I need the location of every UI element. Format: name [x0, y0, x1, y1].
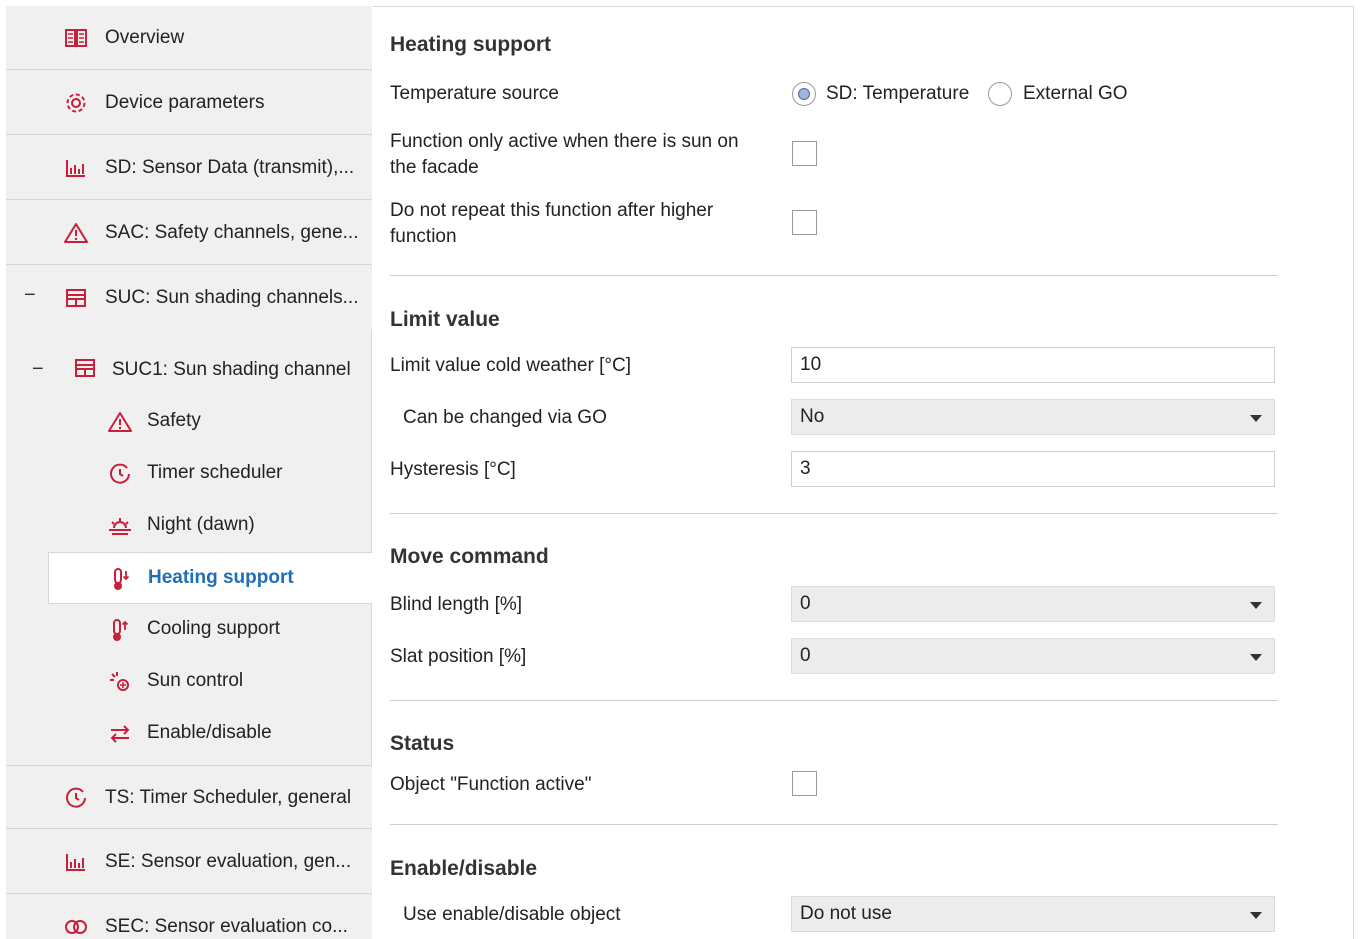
blind-length-value: 0 [800, 593, 811, 614]
sidebar-item-label: SUC1: Sun shading channel [112, 359, 351, 380]
sidebar-item-sun-shading-channels[interactable]: − SUC: Sun shading channels... [6, 266, 372, 330]
sidebar-item-enable-disable[interactable]: Enable/disable [48, 708, 372, 760]
no-repeat-checkbox[interactable] [792, 210, 817, 235]
collapse-toggle[interactable]: − [32, 358, 44, 381]
sidebar-item-label: Safety [147, 410, 201, 431]
no-repeat-label-line1: Do not repeat this function after higher [390, 200, 714, 221]
sidebar-item-label: SD: Sensor Data (transmit),... [105, 157, 355, 178]
sidebar-item-label: SUC: Sun shading channels... [105, 287, 359, 308]
function-active-checkbox[interactable] [792, 771, 817, 796]
chevron-down-icon [1250, 415, 1262, 422]
sidebar-item-suc1[interactable]: − SUC1: Sun shading channel [6, 336, 372, 386]
function-active-label: Object "Function active" [390, 774, 592, 795]
rings-icon [64, 915, 88, 939]
sidebar-item-safety[interactable]: Safety [48, 396, 372, 448]
limit-cold-label: Limit value cold weather [°C] [390, 355, 631, 376]
chevron-down-icon [1250, 912, 1262, 919]
divider [390, 700, 1278, 701]
sidebar-item-label: Enable/disable [147, 722, 272, 743]
sidebar-item-device-parameters[interactable]: Device parameters [6, 71, 372, 135]
sidebar-item-sensor-evaluation-combined[interactable]: SEC: Sensor evaluation co... [6, 895, 372, 939]
use-enable-value: Do not use [800, 903, 892, 924]
chart-icon [64, 156, 88, 180]
sidebar-item-sensor-data[interactable]: SD: Sensor Data (transmit),... [6, 136, 372, 200]
sidebar-item-label: Sun control [147, 670, 244, 691]
sidebar-item-label: Cooling support [147, 618, 281, 639]
warning-icon [64, 221, 88, 245]
book-icon [64, 26, 88, 50]
section-title-heating: Heating support [390, 33, 551, 56]
changeable-go-value: No [800, 406, 825, 427]
radio-external-go[interactable] [988, 82, 1012, 106]
hysteresis-input[interactable]: 3 [791, 451, 1275, 487]
sidebar-item-label: Heating support [148, 567, 294, 588]
no-repeat-label: Do not repeat this function after higher… [390, 198, 713, 250]
sidebar-item-label: TS: Timer Scheduler, general [105, 787, 352, 808]
sun-icon [108, 670, 132, 694]
section-title-enable: Enable/disable [390, 857, 538, 880]
timer-icon [108, 462, 132, 486]
blind-icon [64, 286, 88, 310]
changeable-go-label: Can be changed via GO [403, 407, 607, 428]
gear-icon [64, 91, 88, 115]
sidebar-item-label: SE: Sensor evaluation, gen... [105, 851, 352, 872]
slat-position-select[interactable]: 0 [791, 638, 1275, 674]
arrows-icon [108, 722, 132, 746]
chevron-down-icon [1250, 654, 1262, 661]
sidebar-item-heating-support[interactable]: Heating support [48, 552, 372, 604]
sidebar: Overview Device parameters SD: Sensor Da… [6, 6, 372, 939]
changeable-go-select[interactable]: No [791, 399, 1275, 435]
radio-sd-temperature-label: SD: Temperature [826, 83, 970, 104]
slat-position-label: Slat position [%] [390, 646, 527, 667]
blind-icon [74, 358, 96, 384]
sidebar-item-label: Night (dawn) [147, 514, 255, 535]
radio-external-go-label: External GO [1023, 83, 1128, 104]
sidebar-item-label: Device parameters [105, 92, 265, 113]
limit-cold-input[interactable]: 10 [791, 347, 1275, 383]
divider [390, 824, 1278, 825]
sidebar-item-sensor-evaluation[interactable]: SE: Sensor evaluation, gen... [6, 830, 372, 894]
collapse-toggle[interactable]: − [24, 284, 36, 307]
divider [390, 275, 1278, 276]
radio-sd-temperature[interactable] [792, 82, 816, 106]
sun-facade-label: Function only active when there is sun o… [390, 129, 739, 181]
sidebar-item-label: SEC: Sensor evaluation co... [105, 916, 348, 937]
thermometer-up-icon [108, 618, 132, 642]
warning-icon [108, 410, 132, 434]
sun-facade-label-line1: Function only active when there is sun o… [390, 131, 739, 152]
sidebar-item-timer-scheduler-general[interactable]: TS: Timer Scheduler, general [6, 765, 372, 829]
sidebar-item-overview[interactable]: Overview [6, 6, 372, 70]
sunset-icon [108, 514, 132, 538]
blind-length-select[interactable]: 0 [791, 586, 1275, 622]
chevron-down-icon [1250, 602, 1262, 609]
sidebar-item-sun-control[interactable]: Sun control [48, 656, 372, 708]
parameter-panel: Heating support Temperature source SD: T… [373, 6, 1354, 939]
blind-length-label: Blind length [%] [390, 594, 523, 615]
section-title-limit: Limit value [390, 308, 500, 331]
sidebar-item-label: Timer scheduler [147, 462, 283, 483]
sun-facade-label-line2: the facade [390, 157, 479, 178]
temperature-source-label: Temperature source [390, 83, 559, 104]
section-title-move: Move command [390, 545, 549, 568]
sidebar-item-label: SAC: Safety channels, gene... [105, 222, 359, 243]
hysteresis-label: Hysteresis [°C] [390, 459, 516, 480]
use-enable-label: Use enable/disable object [403, 904, 621, 925]
sidebar-item-safety-channels[interactable]: SAC: Safety channels, gene... [6, 201, 372, 265]
no-repeat-label-line2: function [390, 226, 457, 247]
divider [390, 513, 1278, 514]
timer-icon [64, 786, 88, 810]
section-title-status: Status [390, 732, 455, 755]
thermometer-down-icon [109, 567, 133, 591]
sidebar-item-night-dawn[interactable]: Night (dawn) [48, 500, 372, 552]
sidebar-item-label: Overview [105, 27, 185, 48]
chart-icon [64, 850, 88, 874]
slat-position-value: 0 [800, 645, 811, 666]
sidebar-item-timer-scheduler[interactable]: Timer scheduler [48, 448, 372, 500]
sun-facade-checkbox[interactable] [792, 141, 817, 166]
use-enable-select[interactable]: Do not use [791, 896, 1275, 932]
sidebar-item-cooling-support[interactable]: Cooling support [48, 604, 372, 656]
